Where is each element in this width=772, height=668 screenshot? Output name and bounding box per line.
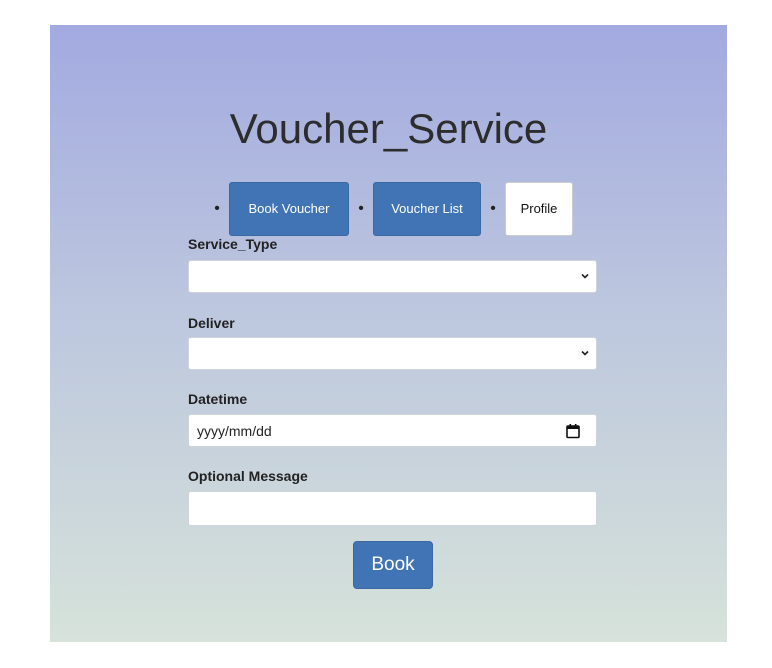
nav-bullet: • — [358, 199, 364, 217]
nav-menu: • Book Voucher • Voucher List • Profile — [205, 181, 573, 236]
datetime-placeholder: yyyy/mm/dd — [197, 423, 272, 439]
nav-bullet: • — [490, 199, 496, 217]
deliver-label: Deliver — [188, 315, 235, 331]
chevron-down-icon — [581, 350, 589, 356]
nav-book-voucher-button[interactable]: Book Voucher — [229, 181, 349, 236]
service-type-label: Service_Type — [188, 236, 278, 252]
datetime-input[interactable]: yyyy/mm/dd — [188, 414, 597, 447]
deliver-select[interactable] — [188, 337, 597, 370]
page-title: Voucher_Service — [229, 105, 548, 152]
optional-message-label: Optional Message — [188, 468, 308, 484]
main-panel: Voucher_Service • Book Voucher • Voucher… — [50, 25, 727, 642]
nav-bullet: • — [214, 199, 220, 217]
chevron-down-icon — [581, 273, 589, 279]
book-button[interactable]: Book — [353, 541, 433, 589]
datetime-label: Datetime — [188, 391, 248, 407]
service-type-select[interactable] — [188, 260, 597, 293]
optional-message-input[interactable] — [188, 491, 597, 526]
nav-voucher-list-button[interactable]: Voucher List — [373, 181, 481, 236]
nav-profile-button[interactable]: Profile — [505, 181, 573, 236]
calendar-icon[interactable] — [566, 423, 580, 439]
